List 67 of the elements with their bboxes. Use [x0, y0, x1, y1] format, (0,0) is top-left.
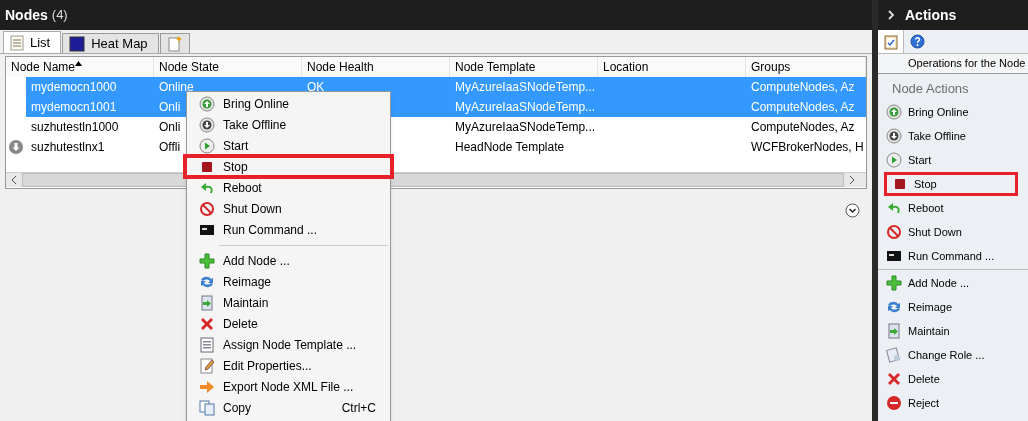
pencil-icon	[199, 357, 215, 374]
minus-circle-icon	[886, 395, 902, 411]
cross-icon	[886, 371, 902, 387]
menu-item[interactable]: Stop	[185, 156, 392, 177]
menu-item[interactable]: Assign Node Template ...	[189, 334, 388, 355]
clipboard-icon[interactable]	[878, 30, 904, 53]
plus-icon	[886, 275, 902, 291]
menu-item[interactable]: Start	[189, 135, 388, 156]
menu-item[interactable]: Add Node ...	[189, 250, 388, 271]
menu-item[interactable]: Copy Ctrl+C	[189, 397, 388, 418]
menu-item[interactable]: Run Command ...	[189, 219, 388, 240]
menu-item[interactable]: Reboot	[189, 177, 388, 198]
new-page-icon	[166, 35, 183, 52]
tab[interactable]: List	[3, 31, 62, 53]
action-link[interactable]: Reject	[878, 391, 1028, 415]
cross-icon	[199, 315, 215, 332]
action-link[interactable]: Take Offline	[878, 124, 1028, 148]
down-arrow-icon	[886, 128, 902, 144]
panel-description: Operations for the Node	[908, 56, 1026, 72]
table-cell[interactable]: MyAzureIaaSNodeTemp...	[450, 117, 598, 137]
actions-title: Actions	[905, 5, 957, 25]
section-heading: Node Actions	[892, 79, 969, 98]
undo-arrow-icon	[886, 200, 902, 216]
tab[interactable]	[159, 33, 190, 53]
list-icon	[10, 34, 24, 51]
stop-icon	[892, 176, 908, 192]
menu-item[interactable]: Export Node XML File ...	[189, 376, 388, 397]
action-link[interactable]: Bring Online	[878, 100, 1028, 124]
up-arrow-icon	[886, 104, 902, 120]
table-cell[interactable]: suzhutestln1000	[6, 117, 154, 137]
menu-item[interactable]: Shut Down	[189, 198, 388, 219]
action-link[interactable]: Reimage	[878, 295, 1028, 319]
action-link[interactable]: Run Command ...	[878, 244, 1028, 268]
prohibited-icon	[199, 200, 215, 217]
table-cell[interactable]: HeadNode Template	[450, 137, 598, 157]
copy-icon	[199, 399, 215, 416]
action-link[interactable]: Delete	[878, 367, 1028, 391]
panel-title: Nodes	[5, 5, 48, 25]
node-count: (4)	[51, 6, 68, 25]
table-cell[interactable]: suzhutestlnx1	[6, 137, 154, 157]
action-link[interactable]: Maintain	[878, 319, 1028, 343]
document-list-icon	[199, 336, 215, 353]
action-link[interactable]: Change Role ...	[878, 343, 1028, 367]
menu-item[interactable]: Maintain	[189, 292, 388, 313]
tab[interactable]: Heat Map	[62, 33, 159, 53]
expand-icon[interactable]	[845, 203, 860, 218]
action-link[interactable]: Add Node ...	[878, 271, 1028, 295]
square-icon	[69, 35, 86, 52]
cycle-arrows-icon	[886, 299, 902, 315]
menu-item[interactable]: Edit Properties...	[189, 355, 388, 376]
chevron-right-icon[interactable]	[888, 10, 895, 20]
play-icon	[199, 137, 215, 154]
play-icon	[886, 152, 902, 168]
menu-item[interactable]: Delete	[189, 313, 388, 334]
prohibited-icon	[886, 224, 902, 240]
plus-icon	[199, 252, 215, 269]
menu-item[interactable]: Take Offline	[189, 114, 388, 135]
table-cell[interactable]: ComputeNodes, Az	[746, 117, 866, 137]
menu-item[interactable]: Reimage	[189, 271, 388, 292]
document-gear-icon	[886, 347, 902, 363]
action-link[interactable]: Start	[878, 148, 1028, 172]
action-link[interactable]: Stop	[884, 172, 1018, 196]
action-link[interactable]: Shut Down	[878, 220, 1028, 244]
action-link[interactable]: Reboot	[878, 196, 1028, 220]
console-icon	[886, 248, 902, 264]
right-arrow-icon	[199, 378, 215, 395]
table-cell[interactable]: WCFBrokerNodes, H	[746, 137, 866, 157]
